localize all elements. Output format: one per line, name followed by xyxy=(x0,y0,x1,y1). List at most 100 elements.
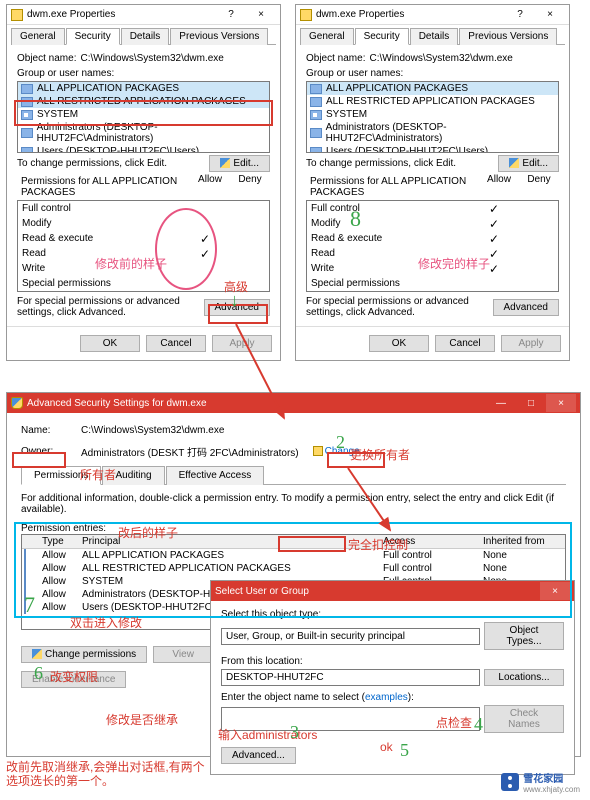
group-icon xyxy=(21,110,33,120)
permissions-box: Full control Modify Read & execute✓ Read… xyxy=(17,200,270,292)
examples-link[interactable]: examples xyxy=(365,692,408,703)
edit-button[interactable]: Edit... xyxy=(209,155,270,172)
properties-dialog-right: dwm.exe Properties ? × General Security … xyxy=(295,4,570,361)
window-title: dwm.exe Properties xyxy=(316,9,404,20)
group-icon xyxy=(24,601,26,614)
help-button[interactable]: ? xyxy=(505,6,535,24)
group-icon xyxy=(24,588,26,601)
apply-button[interactable]: Apply xyxy=(501,335,561,352)
titlebar[interactable]: dwm.exe Properties ? × xyxy=(296,5,569,25)
from-location-label: From this location: xyxy=(221,656,564,667)
shield-icon xyxy=(313,446,323,456)
tab-auditing[interactable]: Auditing xyxy=(102,466,164,485)
select-user-dialog: Select User or Group × Select this objec… xyxy=(210,580,575,775)
cancel-button[interactable]: Cancel xyxy=(146,335,206,352)
tab-permissions[interactable]: Permissions xyxy=(21,466,101,485)
watermark: 雪花家园www.xhjaty.com xyxy=(501,770,580,794)
table-row: AllowALL RESTRICTED APPLICATION PACKAGES… xyxy=(22,562,565,575)
tab-general[interactable]: General xyxy=(11,28,65,45)
check-names-button[interactable]: Check Names xyxy=(484,705,564,733)
shield-icon xyxy=(220,158,230,168)
change-owner-link[interactable]: Change xyxy=(313,446,360,457)
object-type-field[interactable] xyxy=(221,628,480,645)
group-icon xyxy=(21,97,33,107)
advanced-button[interactable]: Advanced xyxy=(204,299,270,316)
users-listbox[interactable]: ALL APPLICATION PACKAGES ALL RESTRICTED … xyxy=(306,81,559,153)
close-icon[interactable]: × xyxy=(535,6,565,24)
logo-icon xyxy=(501,773,519,791)
table-row: AllowALL APPLICATION PACKAGESFull contro… xyxy=(22,549,565,562)
change-permissions-button[interactable]: Change permissions xyxy=(21,646,147,663)
list-item: Administrators (DESKTOP-HHUT2FC\Administ… xyxy=(307,121,558,145)
adv-info: For additional information, double-click… xyxy=(21,493,566,515)
window-title: dwm.exe Properties xyxy=(27,9,115,20)
list-item: ALL RESTRICTED APPLICATION PACKAGES xyxy=(307,95,558,108)
list-item: ALL APPLICATION PACKAGES xyxy=(307,82,558,95)
tabs: General Security Details Previous Versio… xyxy=(11,27,276,45)
titlebar[interactable]: dwm.exe Properties ? × xyxy=(7,5,280,25)
locations-button[interactable]: Locations... xyxy=(484,669,564,686)
group-icon xyxy=(310,128,322,138)
permissions-box: Full control✓ Modify✓ Read & execute✓ Re… xyxy=(306,200,559,292)
name-label: Name: xyxy=(21,425,81,436)
tab-details[interactable]: Details xyxy=(121,28,170,45)
entries-label: Permission entries: xyxy=(21,523,566,534)
object-types-button[interactable]: Object Types... xyxy=(484,622,564,650)
group-icon xyxy=(310,110,322,120)
tab-security[interactable]: Security xyxy=(66,28,120,45)
ok-button[interactable]: OK xyxy=(80,335,140,352)
apply-button[interactable]: Apply xyxy=(212,335,272,352)
change-perm-label: To change permissions, click Edit. xyxy=(17,158,209,169)
window-title: Advanced Security Settings for dwm.exe xyxy=(27,398,207,409)
allow-header: Allow xyxy=(190,174,230,200)
list-item: ALL APPLICATION PACKAGES xyxy=(18,82,269,95)
object-name-input[interactable] xyxy=(221,707,480,731)
group-icon xyxy=(310,84,322,94)
view-button[interactable]: View xyxy=(153,646,213,663)
group-icon xyxy=(24,575,26,588)
group-icon xyxy=(21,147,33,154)
object-type-label: Select this object type: xyxy=(221,609,564,620)
users-listbox[interactable]: ALL APPLICATION PACKAGES ALL RESTRICTED … xyxy=(17,81,270,153)
ok-button[interactable]: OK xyxy=(369,335,429,352)
name-value: C:\Windows\System32\dwm.exe xyxy=(81,425,224,436)
list-item: ALL RESTRICTED APPLICATION PACKAGES xyxy=(18,95,269,108)
tab-security[interactable]: Security xyxy=(355,28,409,45)
perm-for-label: Permissions for ALL APPLICATION PACKAGES xyxy=(17,174,190,200)
window-title: Select User or Group xyxy=(215,586,309,597)
app-icon xyxy=(300,9,312,21)
tab-effective-access[interactable]: Effective Access xyxy=(166,466,265,485)
group-icon xyxy=(21,84,33,94)
titlebar[interactable]: Select User or Group × xyxy=(211,581,574,601)
annotation-text: 选项选长的第一个。 xyxy=(6,772,114,789)
owner-label: Owner: xyxy=(21,446,81,457)
shield-icon xyxy=(32,649,42,659)
list-item: Users (DESKTOP-HHUT2FC\Users) xyxy=(307,145,558,153)
close-icon[interactable]: × xyxy=(246,6,276,24)
close-icon[interactable]: × xyxy=(540,582,570,600)
close-icon[interactable]: × xyxy=(546,394,576,412)
maximize-icon[interactable]: □ xyxy=(516,394,546,412)
tab-general[interactable]: General xyxy=(300,28,354,45)
object-name-value: C:\Windows\System32\dwm.exe xyxy=(80,53,223,64)
list-item: Users (DESKTOP-HHUT2FC\Users) xyxy=(18,145,269,153)
enable-inheritance-button[interactable]: Enable Inheritance xyxy=(21,671,126,688)
tab-previous-versions[interactable]: Previous Versions xyxy=(459,28,557,45)
edit-button[interactable]: Edit... xyxy=(498,155,559,172)
group-icon xyxy=(24,562,26,575)
help-button[interactable]: ? xyxy=(216,6,246,24)
list-item: Administrators (DESKTOP-HHUT2FC\Administ… xyxy=(18,121,269,145)
tab-previous-versions[interactable]: Previous Versions xyxy=(170,28,268,45)
list-item: SYSTEM xyxy=(307,108,558,121)
group-label: Group or user names: xyxy=(17,68,270,79)
tab-details[interactable]: Details xyxy=(410,28,459,45)
deny-header: Deny xyxy=(230,174,270,200)
advanced-button[interactable]: Advanced... xyxy=(221,747,296,764)
properties-dialog-left: dwm.exe Properties ? × General Security … xyxy=(6,4,281,361)
advanced-button[interactable]: Advanced xyxy=(493,299,559,316)
shield-icon xyxy=(11,397,23,409)
minimize-icon[interactable]: — xyxy=(486,394,516,412)
titlebar[interactable]: Advanced Security Settings for dwm.exe —… xyxy=(7,393,580,413)
cancel-button[interactable]: Cancel xyxy=(435,335,495,352)
from-location-field[interactable] xyxy=(221,669,480,686)
